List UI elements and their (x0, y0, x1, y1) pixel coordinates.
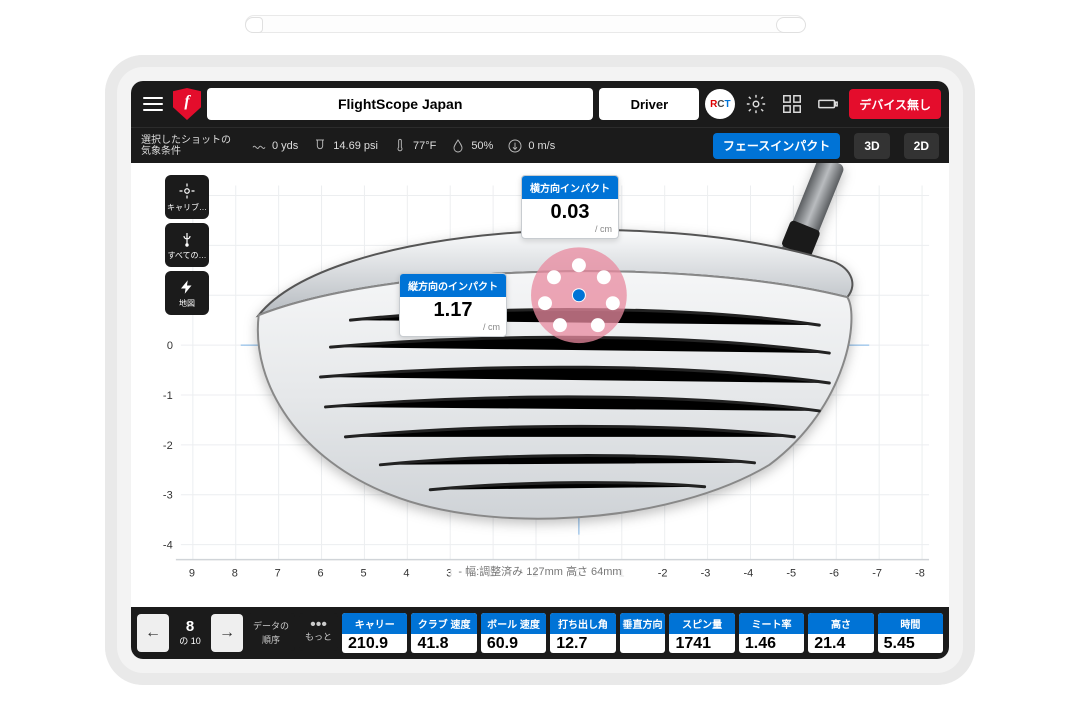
svg-text:8: 8 (232, 568, 238, 580)
session-title-field[interactable]: FlightScope Japan (207, 88, 593, 120)
metric-time[interactable]: 時間 5.45 / s (878, 613, 943, 653)
svg-text:-3: -3 (701, 568, 711, 580)
calibrate-label: キャリブ… (167, 202, 207, 213)
map-label: 地図 (179, 298, 195, 309)
face-dimensions-label: - 幅:調整済み 127mm 高さ 64mm (450, 561, 629, 581)
data-order-button[interactable]: データの 順序 (247, 613, 295, 651)
rct-badge-icon[interactable]: RCT (705, 89, 735, 119)
shot-total: の 10 (179, 634, 201, 647)
horizontal-impact-callout: 横方向インパクト 0.03 / cm (521, 175, 619, 239)
device-status-button[interactable]: デバイス無し (849, 89, 941, 119)
metric-ball-speed[interactable]: ボール 速度 60.9 / m/s (481, 613, 546, 653)
weather-bar-label: 選択したショットの 気象条件 (141, 135, 237, 157)
metric-carry[interactable]: キャリー 210.9 / yds (342, 613, 407, 653)
topbar: FlightScope Japan Driver RCT デバイス無し (131, 81, 949, 127)
flightscope-logo[interactable] (173, 88, 201, 120)
view-face-impact-tab[interactable]: フェースインパクト (713, 133, 840, 159)
impact-point-marker (573, 289, 585, 301)
view-3d-tab[interactable]: 3D (854, 133, 889, 159)
svg-text:-7: -7 (872, 568, 882, 580)
svg-text:-1: -1 (163, 390, 173, 402)
all-shots-button[interactable]: すべての… (165, 223, 209, 267)
weather-distance-value: 0 yds (272, 140, 298, 152)
metrics-bar: ← 8 の 10 → データの 順序 ••• もっと キャリー 210.9 / … (131, 607, 949, 659)
metric-launch-angle[interactable]: 打ち出し角 12.7 / ° (550, 613, 615, 653)
weather-temperature: 77°F (392, 138, 436, 154)
horizontal-impact-unit: / cm (522, 224, 618, 238)
metric-smash[interactable]: ミート率 1.46 (739, 613, 804, 653)
metric-spin[interactable]: スピン量 1741 / rpm (669, 613, 734, 653)
weather-wind-value: 0 m/s (528, 140, 555, 152)
club-select[interactable]: Driver (599, 88, 699, 120)
grid-icon[interactable] (777, 89, 807, 119)
weather-humidity-value: 50% (471, 140, 493, 152)
horizontal-impact-label: 横方向インパクト (522, 176, 618, 199)
next-shot-button[interactable]: → (211, 614, 243, 652)
svg-text:6: 6 (318, 568, 324, 580)
weather-pressure: 14.69 psi (312, 138, 378, 154)
svg-text:-4: -4 (744, 568, 754, 580)
weather-bar: 選択したショットの 気象条件 0 yds 14.69 psi 77°F 50% … (131, 127, 949, 163)
weather-humidity: 50% (450, 138, 493, 154)
ipad-frame: FlightScope Japan Driver RCT デバイス無し 選択した… (105, 55, 975, 685)
calibrate-button[interactable]: キャリブ… (165, 175, 209, 219)
svg-text:4: 4 (403, 568, 409, 580)
svg-text:5: 5 (360, 568, 366, 580)
svg-text:0: 0 (167, 340, 173, 352)
weather-distance: 0 yds (251, 138, 298, 154)
vertical-impact-unit: / cm (400, 322, 506, 336)
metric-vertical[interactable]: 垂直方向 (620, 613, 666, 653)
weather-pressure-value: 14.69 psi (333, 140, 378, 152)
all-shots-label: すべての… (167, 250, 206, 261)
shot-current: 8 (186, 619, 194, 634)
app-screen: FlightScope Japan Driver RCT デバイス無し 選択した… (131, 81, 949, 659)
svg-text:-2: -2 (658, 568, 668, 580)
svg-text:9: 9 (189, 568, 195, 580)
view-2d-tab[interactable]: 2D (904, 133, 939, 159)
apple-pencil (245, 15, 805, 33)
vertical-impact-value: 1.17 (400, 297, 506, 322)
shot-pager: ← 8 の 10 → (137, 613, 243, 653)
weather-temperature-value: 77°F (413, 140, 436, 152)
svg-text:-6: -6 (829, 568, 839, 580)
chart-side-tools: キャリブ… すべての… 地図 (165, 175, 209, 315)
gear-icon[interactable] (741, 89, 771, 119)
map-button[interactable]: 地図 (165, 271, 209, 315)
metric-club-speed[interactable]: クラブ 速度 41.8 / m/s (411, 613, 476, 653)
more-icon: ••• (310, 621, 327, 629)
prev-shot-button[interactable]: ← (137, 614, 169, 652)
shot-page-indicator: 8 の 10 (173, 614, 207, 652)
svg-text:-5: -5 (786, 568, 796, 580)
vertical-impact-callout: 縦方向のインパクト 1.17 / cm (399, 273, 507, 337)
more-button[interactable]: ••• もっと (299, 613, 338, 651)
svg-text:-8: -8 (915, 568, 925, 580)
metric-height[interactable]: 高さ 21.4 / yds (808, 613, 873, 653)
svg-text:7: 7 (275, 568, 281, 580)
horizontal-impact-value: 0.03 (522, 199, 618, 224)
svg-text:-4: -4 (163, 540, 173, 552)
battery-icon[interactable] (813, 89, 843, 119)
face-impact-chart: キャリブ… すべての… 地図 (131, 163, 949, 607)
menu-icon[interactable] (139, 93, 167, 115)
weather-wind: 0 m/s (507, 138, 555, 154)
vertical-impact-label: 縦方向のインパクト (400, 274, 506, 297)
svg-text:-3: -3 (163, 490, 173, 502)
svg-text:-2: -2 (163, 440, 173, 452)
